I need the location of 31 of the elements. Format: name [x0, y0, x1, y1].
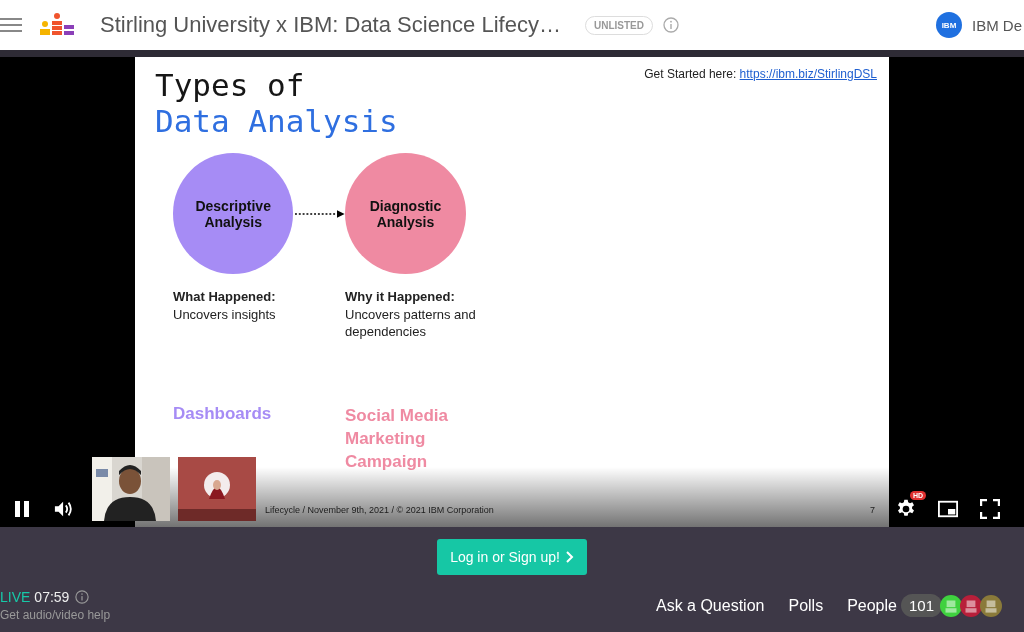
dotted-arrow	[295, 208, 345, 219]
stage-circle: Diagnostic Analysis	[345, 153, 466, 274]
volume-icon[interactable]	[54, 499, 74, 519]
settings-icon[interactable]	[896, 499, 916, 519]
help-link[interactable]: Get audio/video help	[0, 608, 111, 622]
page-number: 7	[870, 505, 875, 515]
chevron-icon	[565, 551, 574, 563]
live-label: LIVE	[0, 589, 31, 605]
people-count: 101	[900, 594, 942, 617]
stage-example: Social Media Marketing Campaign	[345, 404, 449, 473]
fullscreen-icon[interactable]	[980, 499, 1000, 519]
event-title: Stirling University x IBM: Data Science Lifecy…	[100, 12, 561, 38]
stage-example: Dashboards	[173, 403, 273, 426]
info-icon[interactable]	[75, 590, 90, 604]
stage-description: Why it Happened: Uncovers patterns and dependencies	[345, 288, 477, 341]
channel-logo[interactable]: IBM	[936, 12, 962, 38]
slide-footer: Lifecycle / November 9th, 2021 / © 2021 IBM Corporation	[265, 505, 494, 515]
nav-link[interactable]: Polls	[788, 596, 824, 615]
nav-link[interactable]: People	[847, 596, 897, 615]
link[interactable]: https://ibm.biz/StirlingDSL	[739, 67, 877, 81]
slide-text: Get Started here:	[644, 67, 737, 81]
pause-button[interactable]	[12, 499, 32, 519]
elapsed-time: 07:59	[34, 589, 70, 605]
stage-circle: Descriptive Analysis	[173, 153, 294, 274]
stage-description: What Happened: Uncovers insights	[173, 288, 277, 324]
picture-in-picture-icon[interactable]	[938, 499, 958, 519]
nav-link[interactable]: Ask a Question	[655, 596, 765, 615]
menu-icon[interactable]	[0, 17, 22, 33]
slide-title: Types of	[155, 67, 306, 103]
channel-name[interactable]: IBM De	[972, 16, 1022, 34]
slide-title: Data Analysis	[155, 103, 398, 139]
